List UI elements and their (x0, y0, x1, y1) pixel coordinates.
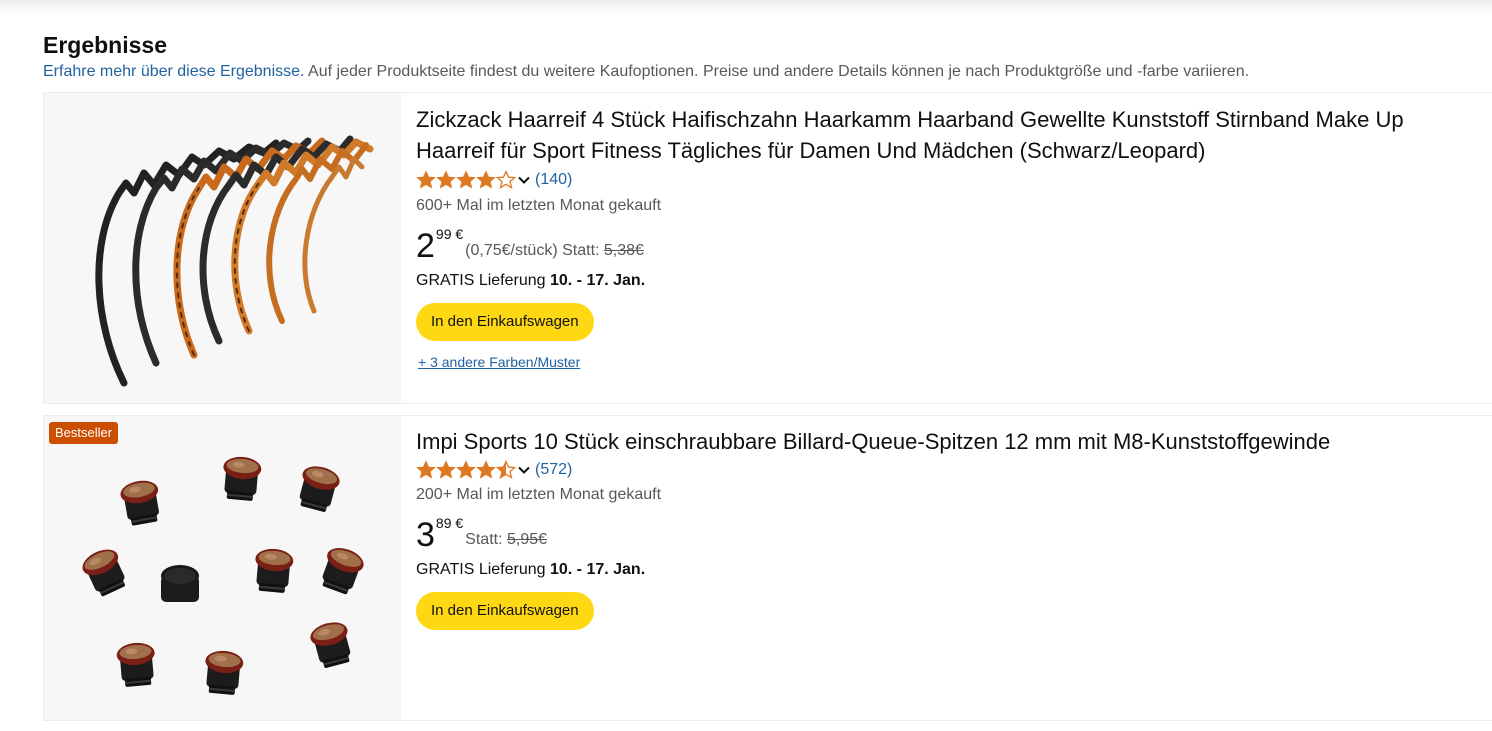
star-full-icon (436, 170, 456, 189)
star-full-icon (476, 170, 496, 189)
product-title-line1: Impi Sports 10 Stück einschraubbare Bill… (416, 429, 1331, 454)
price-whole: 3 (416, 516, 435, 554)
old-price: 5,95€ (506, 531, 548, 548)
rating-count[interactable]: (572) (535, 461, 572, 479)
price-whole: 2 (416, 227, 435, 265)
star-full-icon (476, 460, 496, 479)
variants-link[interactable]: + 3 andere Farben/Muster (418, 354, 580, 370)
chevron-down-icon[interactable] (517, 463, 531, 477)
price-row: 3 89 € Statt: 5,95€ (416, 512, 1486, 552)
price-fraction: 99 € (435, 226, 464, 242)
star-full-icon (416, 170, 436, 189)
price-fraction: 89 € (435, 515, 464, 531)
top-bar-shadow (0, 0, 1492, 14)
unit-price: Statt: 5,95€ (465, 530, 547, 552)
unit-price-text: (0,75€/stück) Statt: (465, 242, 604, 259)
chevron-down-icon[interactable] (517, 173, 531, 187)
product-image[interactable] (44, 93, 401, 403)
star-full-icon (436, 460, 456, 479)
cue-tips-product-image (78, 455, 367, 696)
star-half-icon (496, 460, 516, 479)
product-title[interactable]: Zickzack Haarreif 4 Stück Haifischzahn H… (416, 104, 1486, 166)
delivery-info: GRATIS Lieferung 10. - 17. Jan. (416, 558, 1486, 582)
price-row: 2 99 € (0,75€/stück) Statt: 5,38€ (416, 223, 1486, 263)
delivery-prefix: GRATIS Lieferung (416, 561, 550, 578)
bought-count: 200+ Mal im letzten Monat gekauft (416, 486, 662, 503)
product-info: Impi Sports 10 Stück einschraubbare Bill… (416, 416, 1486, 630)
delivery-prefix: GRATIS Lieferung (416, 272, 550, 289)
add-to-cart-button[interactable]: In den Einkaufswagen (416, 303, 594, 341)
star-full-icon (456, 170, 476, 189)
product-card: Zickzack Haarreif 4 Stück Haifischzahn H… (43, 92, 1492, 404)
unit-price-text: Statt: (465, 531, 507, 548)
add-to-cart-button[interactable]: In den Einkaufswagen (416, 592, 594, 630)
star-empty-icon (496, 170, 516, 189)
product-title-line1: Zickzack Haarreif 4 Stück Haifischzahn H… (416, 107, 1404, 132)
results-header: Ergebnisse Erfahre mehr über diese Ergeb… (43, 30, 1483, 84)
rating-count[interactable]: (140) (535, 171, 572, 189)
delivery-date: 10. - 17. Jan. (549, 561, 646, 578)
rating-row[interactable]: (140) (416, 168, 1486, 192)
learn-more-link[interactable]: Erfahre mehr über diese Ergebnisse. (43, 63, 304, 80)
product-card: Bestseller Impi Sports 10 Stück einschra… (43, 415, 1492, 721)
star-rating (416, 460, 516, 480)
bought-count: 600+ Mal im letzten Monat gekauft (416, 197, 662, 214)
results-subtitle-text: Auf jeder Produktseite findest du weiter… (304, 63, 1250, 80)
product-info: Zickzack Haarreif 4 Stück Haifischzahn H… (416, 93, 1486, 372)
product-image[interactable]: Bestseller (44, 416, 401, 720)
delivery-info: GRATIS Lieferung 10. - 17. Jan. (416, 269, 1486, 293)
star-rating (416, 170, 516, 190)
rating-row[interactable]: (572) (416, 458, 1486, 482)
product-title-line2: Haarreif für Sport Fitness Tägliches für… (416, 138, 1206, 163)
delivery-date: 10. - 17. Jan. (549, 272, 646, 289)
results-title: Ergebnisse (43, 32, 167, 58)
headband-product-image (95, 135, 374, 387)
product-title[interactable]: Impi Sports 10 Stück einschraubbare Bill… (416, 426, 1486, 457)
star-full-icon (456, 460, 476, 479)
old-price: 5,38€ (603, 242, 644, 259)
unit-price: (0,75€/stück) Statt: 5,38€ (465, 241, 644, 263)
results-subtitle: Erfahre mehr über diese Ergebnisse. Auf … (43, 60, 1483, 84)
bestseller-badge: Bestseller (49, 422, 119, 444)
star-full-icon (416, 460, 436, 479)
